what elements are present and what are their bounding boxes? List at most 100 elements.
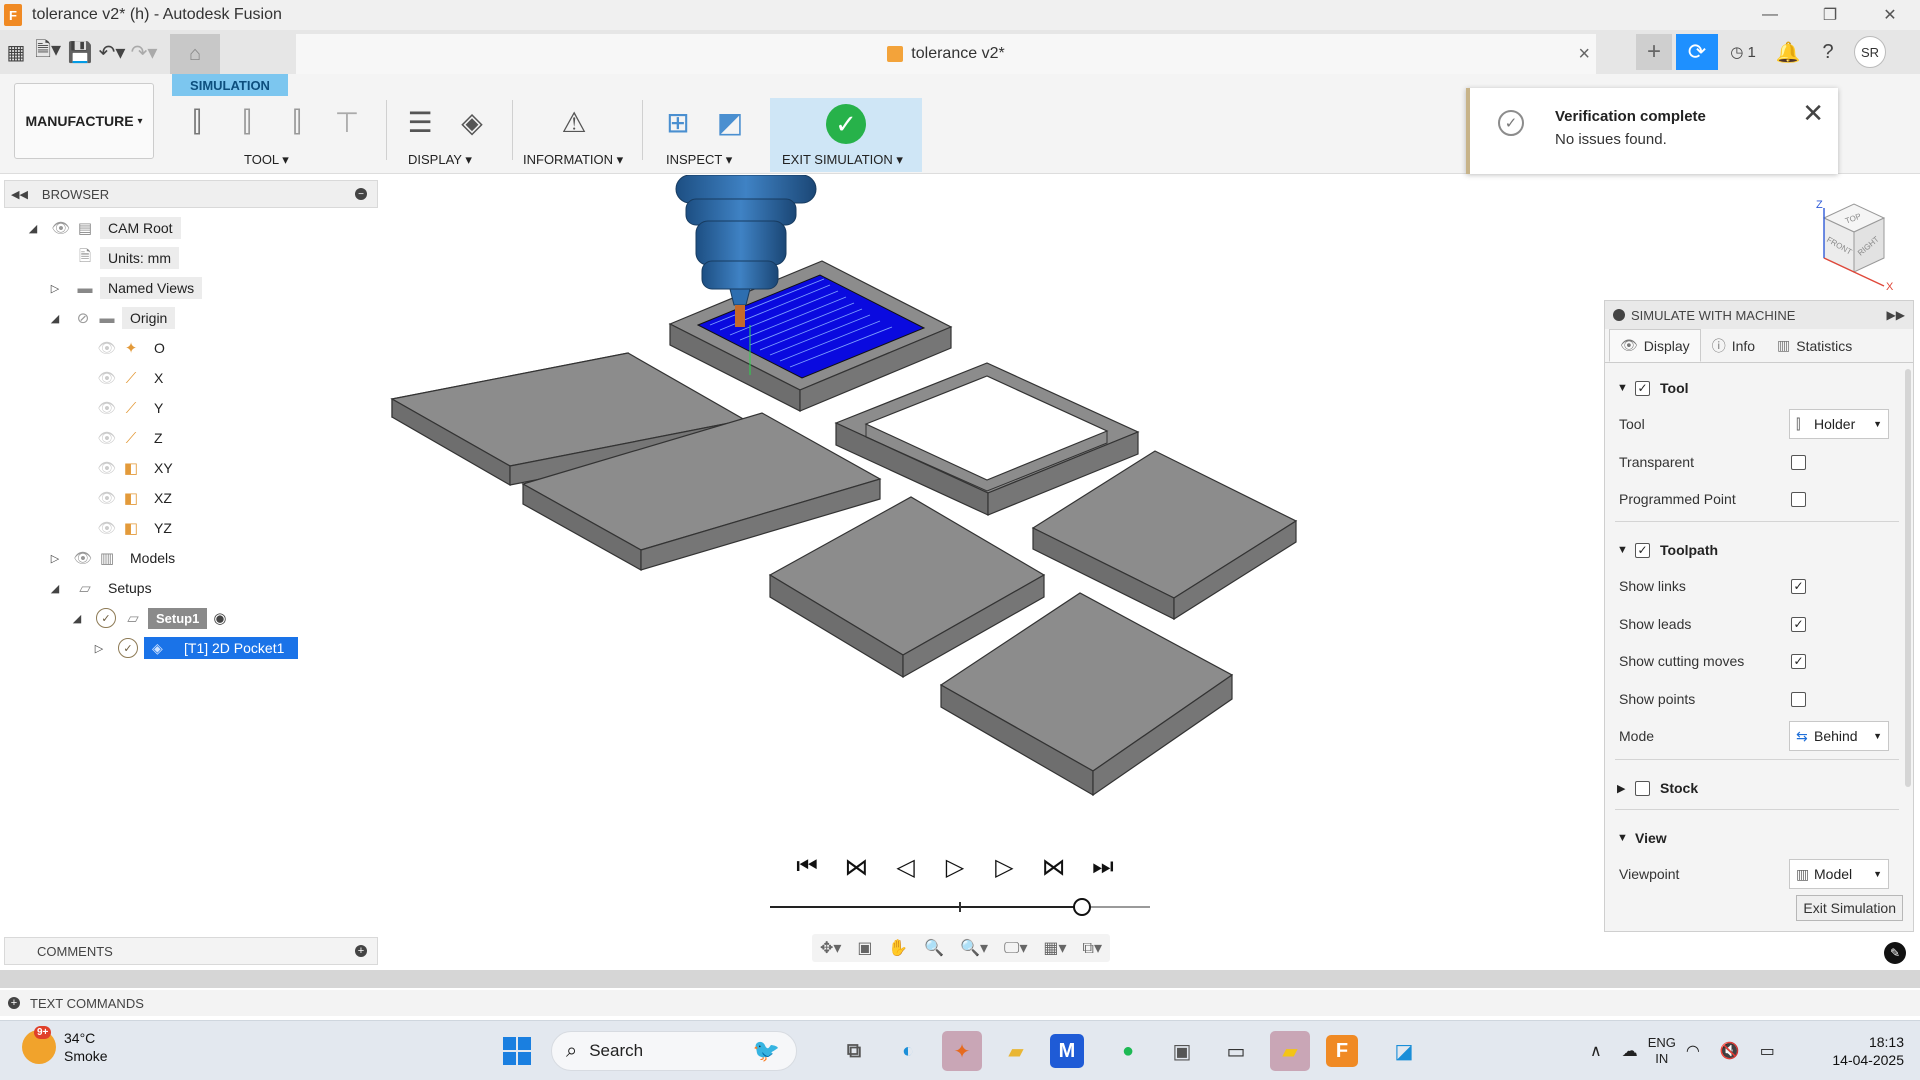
flat-endmill-icon[interactable]: ⫿ [184, 100, 210, 144]
show-links-checkbox[interactable]: ✓ [1791, 578, 1806, 594]
close-tab-icon[interactable]: × [1578, 43, 1590, 66]
cloud-offline-icon[interactable]: ☁ [1622, 1041, 1638, 1061]
hidden-eye-icon[interactable]: ⊘ [72, 309, 94, 327]
tree-node-named-views[interactable]: ▷ ▬ Named Views [48, 276, 203, 300]
save-icon[interactable]: 💾 [64, 36, 96, 68]
tree-node-z-axis[interactable]: 👁 ⟋ Z [96, 426, 171, 450]
minimize-button[interactable]: — [1740, 0, 1800, 30]
file-menu-icon[interactable]: 🗎▾ [32, 36, 64, 68]
restore-button[interactable]: ❐ [1800, 0, 1860, 30]
workspace-switcher[interactable]: MANUFACTURE ▾ [14, 83, 154, 159]
tree-node-pocket-operation[interactable]: ▷ ✓ [T1] 2D Pocket1 ◈ [92, 636, 299, 660]
orbit-icon[interactable]: ✥▾ [820, 938, 841, 958]
exit-simulation-panel-button[interactable]: Exit Simulation [1796, 895, 1903, 921]
browser-header[interactable]: ◀◀ BROWSER − [4, 180, 378, 208]
chamfer-mill-icon[interactable]: ⫿ [284, 100, 310, 144]
display-group-label[interactable]: DISPLAY ▾ [408, 152, 472, 168]
visibility-eye-icon[interactable]: 👁 [50, 219, 72, 237]
ball-endmill-icon[interactable]: ⫿ [234, 100, 260, 144]
visibility-eye-icon[interactable]: 👁 [96, 519, 118, 537]
pan-icon[interactable]: ✋ [888, 938, 908, 958]
visibility-eye-icon[interactable]: 👁 [96, 459, 118, 477]
viewport-canvas[interactable] [380, 175, 1530, 825]
expand-toggle-icon[interactable]: ◢ [48, 312, 62, 325]
undo-icon[interactable]: ↶▾ [96, 36, 128, 68]
panel-collapse-icon[interactable] [1613, 309, 1625, 321]
visibility-eye-icon[interactable]: 👁 [96, 369, 118, 387]
tree-node-xz-plane[interactable]: 👁 ◧ XZ [96, 486, 180, 510]
visibility-eye-icon[interactable]: 👁 [72, 549, 94, 567]
tool-visible-checkbox[interactable]: ✓ [1635, 380, 1650, 396]
mathworks-app-icon[interactable]: M [1050, 1034, 1084, 1068]
add-comment-icon[interactable]: + [355, 945, 367, 957]
new-tab-button[interactable]: + [1636, 34, 1672, 70]
copilot-app-icon[interactable]: ✦ [942, 1031, 982, 1071]
stock-visible-checkbox[interactable] [1635, 780, 1650, 796]
home-tab-icon[interactable]: ⌂ [170, 34, 220, 74]
fit-zoom-icon[interactable]: 🔍▾ [960, 938, 988, 958]
expand-toggle-icon[interactable]: ◢ [48, 582, 62, 595]
viewports-icon[interactable]: ⧉▾ [1083, 938, 1102, 958]
paint-app-icon[interactable]: ◪ [1384, 1031, 1424, 1071]
skip-to-start-icon[interactable]: ⏮ [790, 850, 824, 884]
user-avatar[interactable]: SR [1854, 36, 1886, 68]
next-operation-icon[interactable]: ⋈ [1037, 850, 1071, 884]
tab-statistics[interactable]: ▥ Statistics [1766, 329, 1863, 362]
section-collapse-icon[interactable]: ▼ [1617, 544, 1635, 556]
section-stock[interactable]: ▶ Stock [1605, 771, 1901, 805]
panel-expand-icon[interactable]: ▶▶ [1887, 308, 1905, 322]
visibility-eye-icon[interactable]: 👁 [96, 429, 118, 447]
expand-toggle-icon[interactable]: ◢ [26, 222, 40, 235]
task-view-icon[interactable]: ⧉ [834, 1031, 874, 1071]
programmed-point-checkbox[interactable] [1791, 491, 1806, 507]
tree-node-cam-root[interactable]: ◢ 👁 ▤ CAM Root [26, 216, 181, 240]
tree-node-setups[interactable]: ◢ ▱ Setups [48, 576, 160, 600]
microsoft-store-icon[interactable]: ▣ [1162, 1031, 1202, 1071]
sticky-notes-icon[interactable]: ▰ [1270, 1031, 1310, 1071]
toolpath-display-icon[interactable]: ☰ [398, 100, 442, 144]
step-forward-icon[interactable]: ▷ [987, 850, 1021, 884]
document-tab[interactable]: tolerance v2* × [296, 34, 1596, 74]
file-explorer-icon[interactable]: ▰ [996, 1031, 1036, 1071]
redo-icon[interactable]: ↷▾ [128, 36, 160, 68]
section-collapse-icon[interactable]: ▼ [1617, 382, 1635, 394]
tree-node-xy-plane[interactable]: 👁 ◧ XY [96, 456, 181, 480]
collapse-browser-icon[interactable]: ◀◀ [11, 188, 28, 201]
tab-display[interactable]: 👁 Display [1609, 329, 1701, 362]
information-group-label[interactable]: INFORMATION ▾ [523, 152, 623, 168]
play-icon[interactable]: ▷ [938, 850, 972, 884]
tree-node-origin[interactable]: ◢ ⊘ ▬ Origin [48, 306, 176, 330]
data-panel-grid-icon[interactable]: ▦ [0, 36, 32, 68]
weather-widget[interactable]: 9+ 34°C Smoke [22, 1026, 108, 1065]
tree-node-y-axis[interactable]: 👁 ⟋ Y [96, 396, 171, 420]
wifi-icon[interactable]: ◠ [1686, 1041, 1700, 1061]
input-language[interactable]: ENG IN [1648, 1035, 1676, 1067]
tree-node-units[interactable]: 🗎 Units: mm [72, 246, 179, 270]
expand-toggle-icon[interactable]: ▷ [92, 642, 106, 655]
help-icon[interactable]: ? [1808, 34, 1848, 70]
tree-node-yz-plane[interactable]: 👁 ◧ YZ [96, 516, 180, 540]
look-at-icon[interactable]: ▣ [857, 938, 872, 958]
exit-simulation-button[interactable]: ✓ EXIT SIMULATION ▾ [770, 98, 922, 172]
terminal-icon[interactable]: ▭ [1216, 1031, 1256, 1071]
browser-minimize-icon[interactable]: − [355, 188, 367, 200]
active-setup-radio-icon[interactable]: ◉ [213, 609, 226, 627]
tree-node-setup1[interactable]: ◢ ✓ ▱ Setup1 ◉ [70, 606, 226, 630]
comments-panel[interactable]: COMMENTS + [4, 937, 378, 965]
show-points-checkbox[interactable] [1791, 691, 1806, 707]
warning-info-icon[interactable]: ⚠ [552, 100, 596, 144]
measure-icon[interactable]: ◩ [708, 100, 752, 144]
tree-node-models[interactable]: ▷ 👁 ▥ Models [48, 546, 183, 570]
speaker-muted-icon[interactable]: 🔇 [1720, 1041, 1740, 1061]
stock-display-icon[interactable]: ◈ [450, 100, 494, 144]
expand-toggle-icon[interactable]: ▷ [48, 282, 62, 295]
previous-operation-icon[interactable]: ⋈ [839, 850, 873, 884]
mode-dropdown[interactable]: ⇆ Behind ▼ [1789, 721, 1889, 751]
display-settings-icon[interactable]: 🖵▾ [1004, 938, 1027, 958]
zoom-icon[interactable]: 🔍 [924, 938, 944, 958]
show-cutting-moves-checkbox[interactable]: ✓ [1791, 653, 1806, 669]
section-toolpath[interactable]: ▼ ✓ Toolpath [1605, 533, 1901, 567]
transparent-checkbox[interactable] [1791, 454, 1806, 470]
section-analysis-icon[interactable]: ⊞ [656, 100, 700, 144]
text-commands-bar[interactable]: + TEXT COMMANDS [0, 990, 1920, 1016]
